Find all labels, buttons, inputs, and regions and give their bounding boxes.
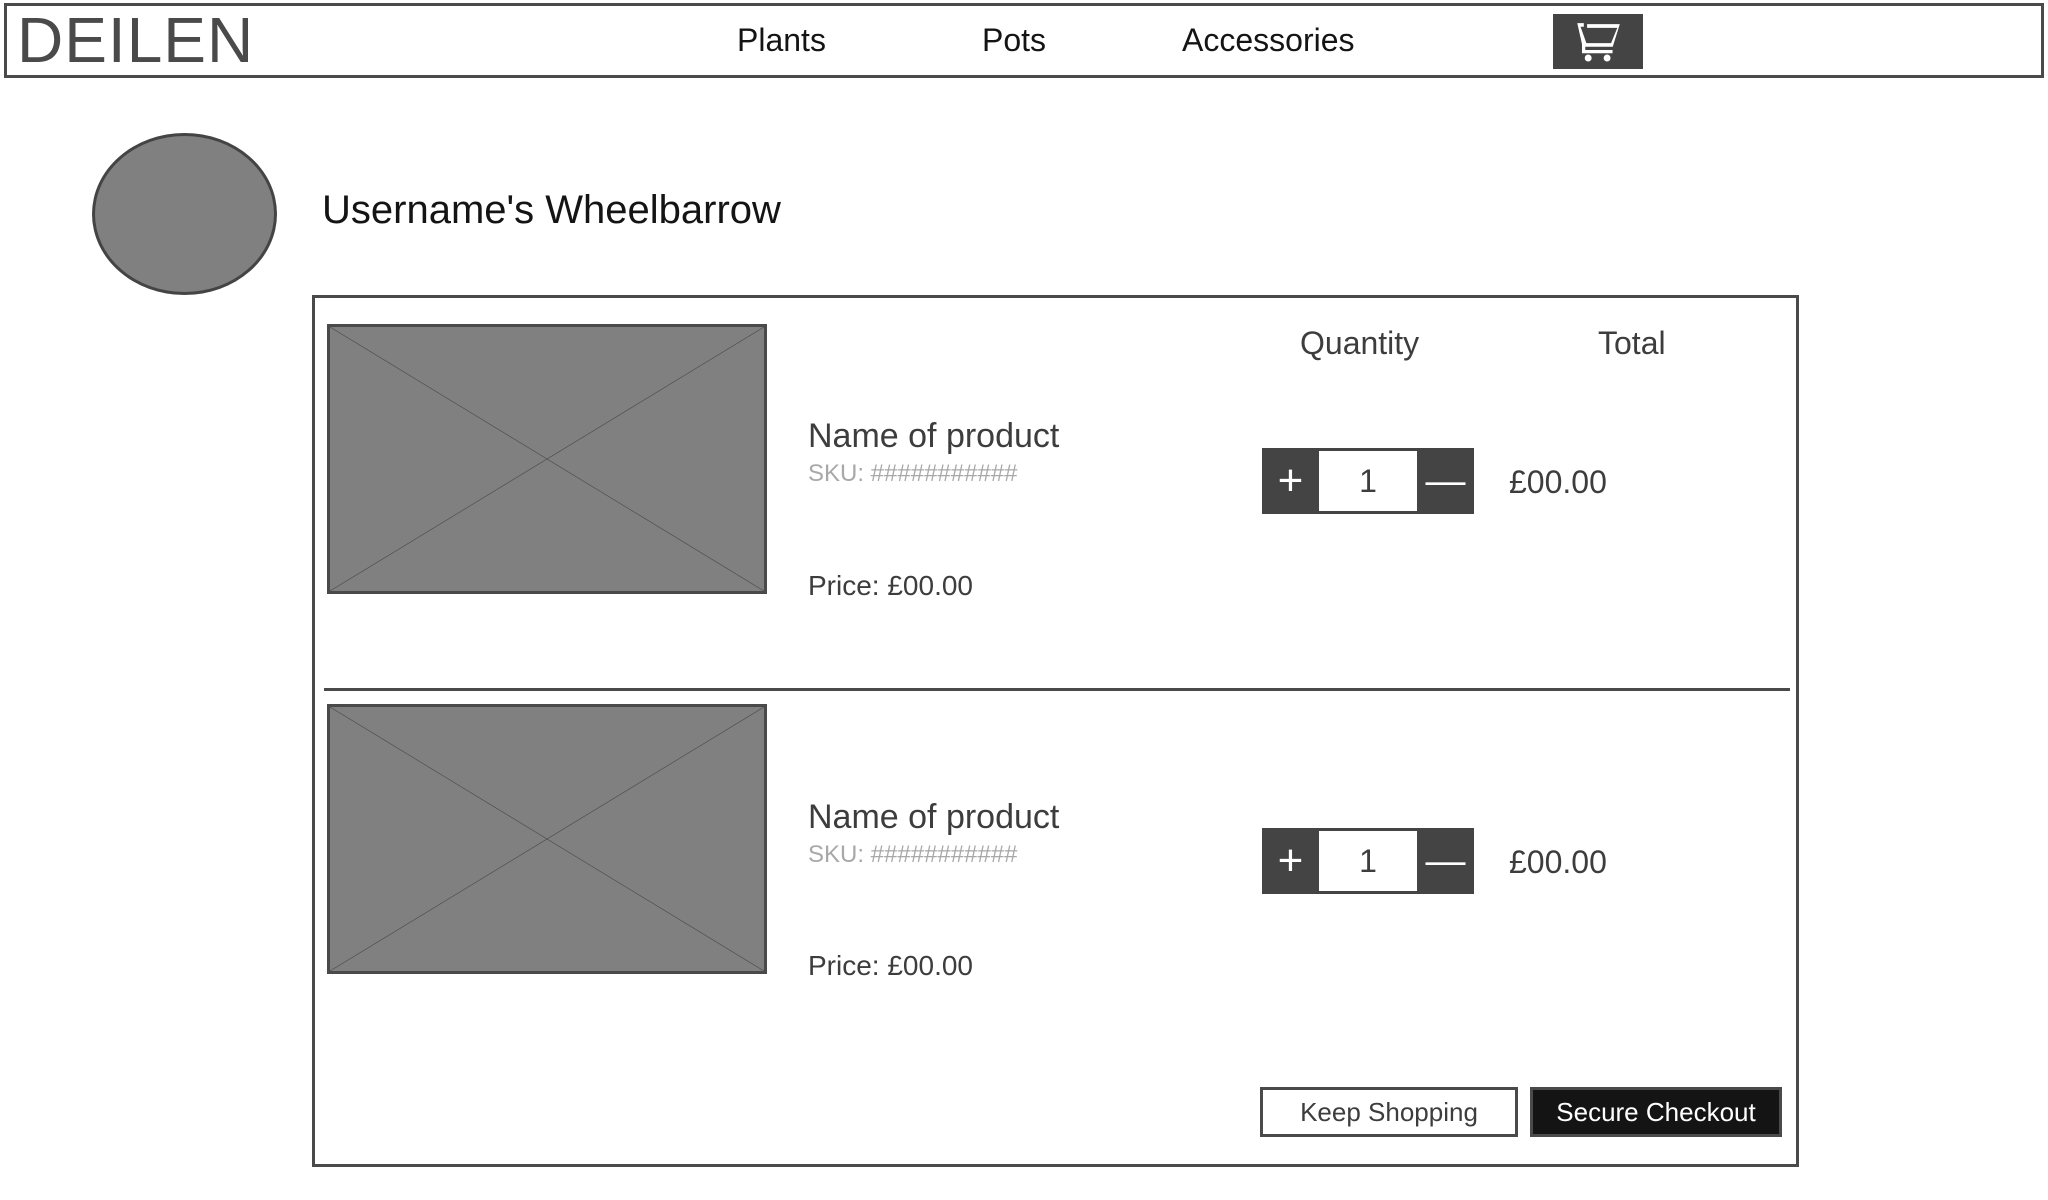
site-logo[interactable]: DEILEN xyxy=(17,2,254,78)
product-sku: SKU: ########### xyxy=(808,841,1018,868)
row-total: £00.00 xyxy=(1509,844,1607,880)
cart-button[interactable] xyxy=(1553,14,1643,69)
product-price: Price: £00.00 xyxy=(808,950,973,981)
shopping-cart-icon xyxy=(1576,22,1620,62)
product-name[interactable]: Name of product xyxy=(808,798,1059,837)
row-divider xyxy=(324,688,1790,691)
row-total: £00.00 xyxy=(1509,464,1607,500)
quantity-stepper: + 1 — xyxy=(1262,448,1474,514)
product-price: Price: £00.00 xyxy=(808,570,973,601)
secure-checkout-button[interactable]: Secure Checkout xyxy=(1530,1087,1782,1137)
nav-item-pots[interactable]: Pots xyxy=(982,6,1046,75)
quantity-increase-button[interactable]: + xyxy=(1262,828,1319,894)
cart-card: Quantity Total Name of product SKU: ####… xyxy=(312,295,1799,1167)
product-name[interactable]: Name of product xyxy=(808,417,1059,456)
nav-item-accessories[interactable]: Accessories xyxy=(1182,6,1355,75)
product-sku: SKU: ########### xyxy=(808,460,1018,487)
page-title: Username's Wheelbarrow xyxy=(322,188,781,232)
site-header: DEILEN Plants Pots Accessories xyxy=(4,3,2044,78)
quantity-value[interactable]: 1 xyxy=(1319,831,1417,891)
quantity-increase-button[interactable]: + xyxy=(1262,448,1319,514)
product-image-placeholder[interactable] xyxy=(327,704,767,974)
cart-page: DEILEN Plants Pots Accessories Username'… xyxy=(0,0,2048,1200)
cart-row: Name of product SKU: ########### Price: … xyxy=(315,324,1796,679)
quantity-stepper: + 1 — xyxy=(1262,828,1474,894)
quantity-value[interactable]: 1 xyxy=(1319,451,1417,511)
nav-item-plants[interactable]: Plants xyxy=(737,6,826,75)
user-avatar[interactable] xyxy=(92,133,277,295)
cart-row: Name of product SKU: ########### Price: … xyxy=(315,704,1796,1074)
product-image-placeholder[interactable] xyxy=(327,324,767,594)
quantity-decrease-button[interactable]: — xyxy=(1417,448,1474,514)
quantity-decrease-button[interactable]: — xyxy=(1417,828,1474,894)
keep-shopping-button[interactable]: Keep Shopping xyxy=(1260,1087,1518,1137)
